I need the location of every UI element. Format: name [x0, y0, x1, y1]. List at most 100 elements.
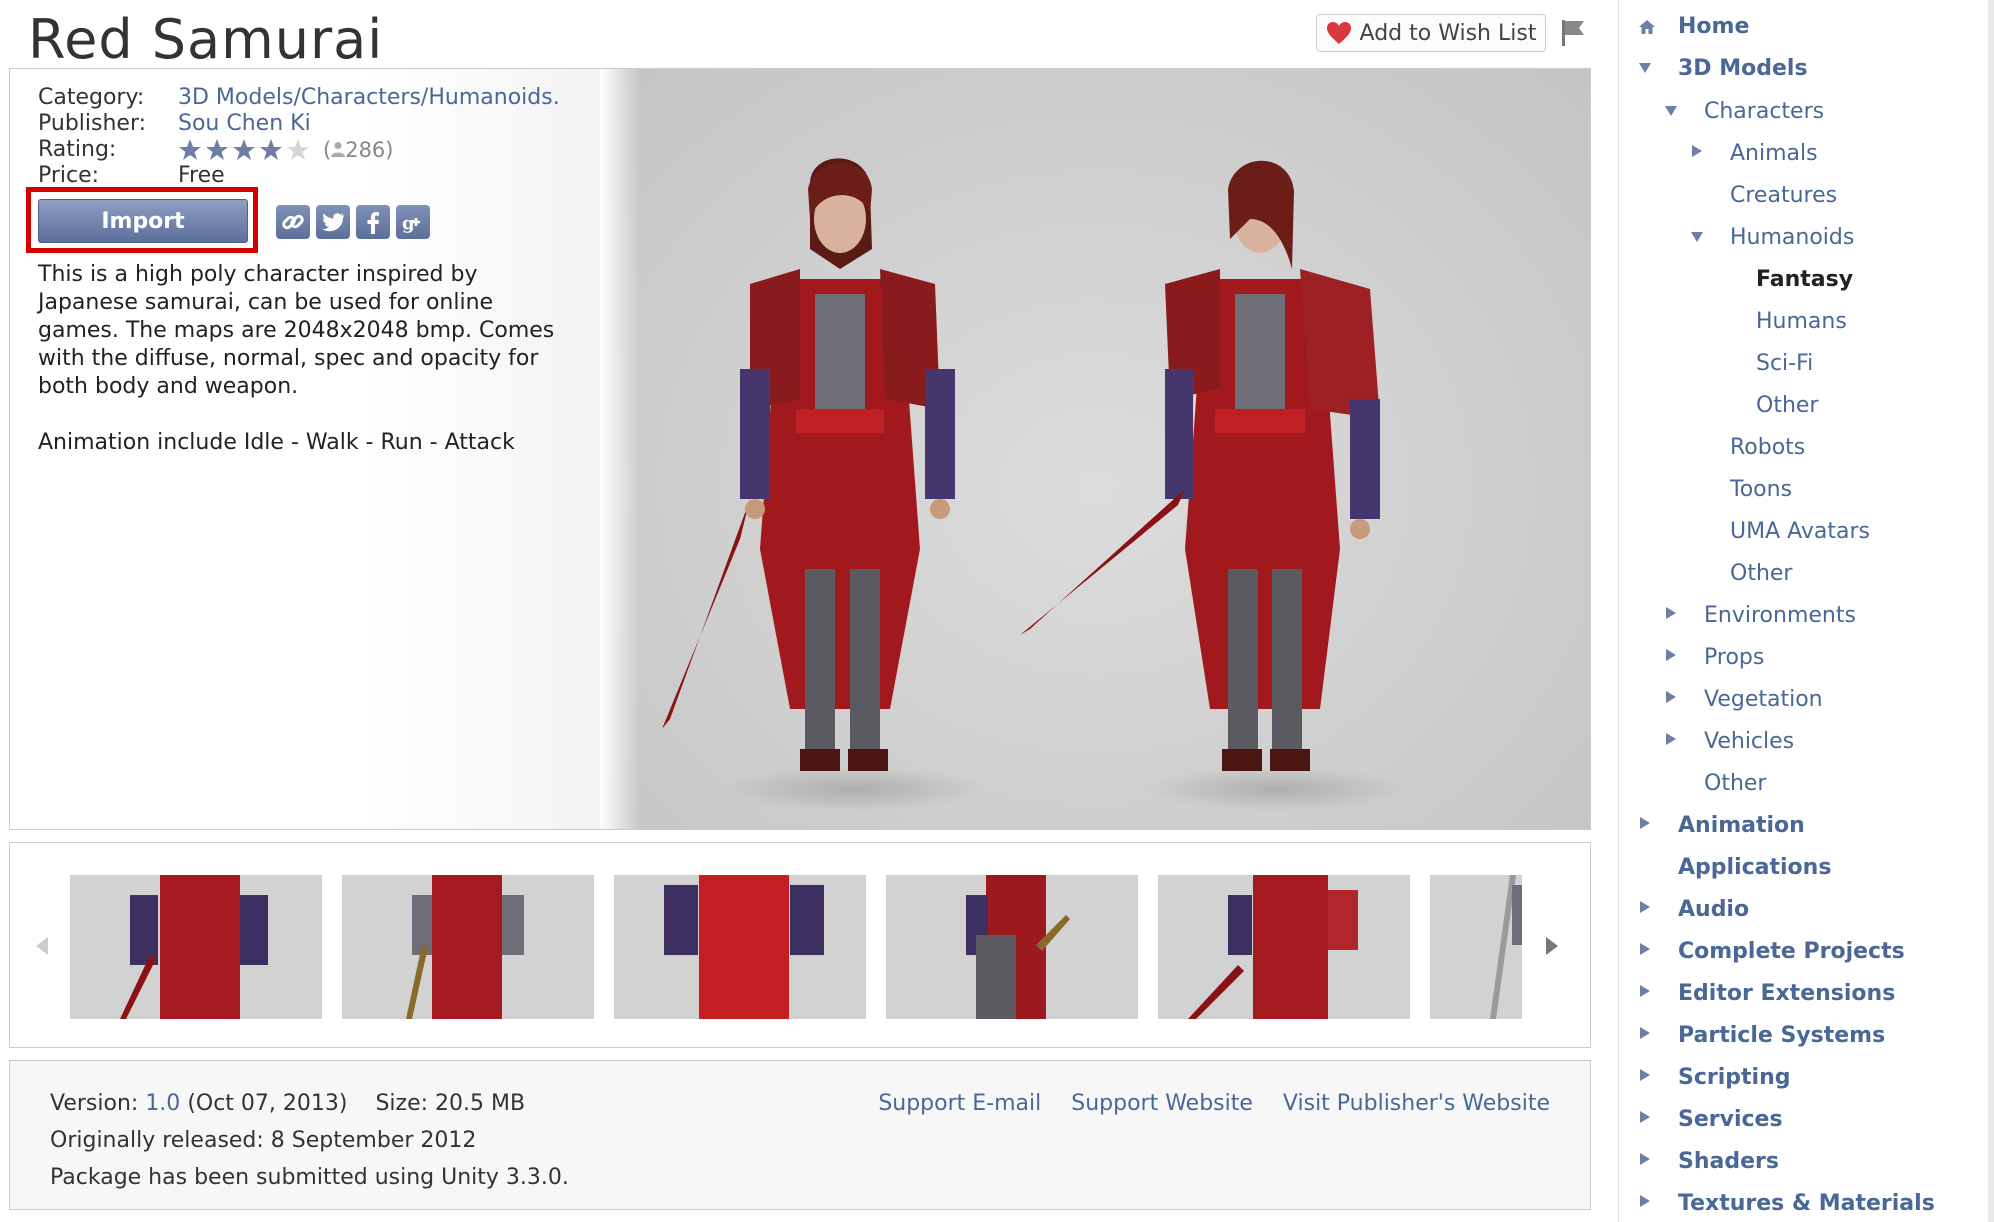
thumbnail-6[interactable]: [1430, 875, 1522, 1019]
sidebar-item-vegetation[interactable]: Vegetation: [1704, 685, 1823, 715]
chevron-right-icon[interactable]: [1638, 1110, 1652, 1124]
publisher-website-link[interactable]: Visit Publisher's Website: [1283, 1085, 1550, 1122]
home-icon: [1639, 20, 1655, 34]
sidebar-item-humanoids[interactable]: Humanoids: [1730, 223, 1854, 253]
sidebar-item-robots[interactable]: Robots: [1730, 433, 1805, 463]
sidebar-item-shaders[interactable]: Shaders: [1678, 1147, 1779, 1177]
star-icon: [233, 139, 255, 160]
sidebar-item-home[interactable]: Home: [1678, 12, 1749, 42]
sidebar-item-audio[interactable]: Audio: [1678, 895, 1749, 925]
version-label: Version:: [50, 1091, 139, 1116]
thumbnail-2[interactable]: [342, 875, 594, 1019]
size-label: Size:: [375, 1091, 429, 1116]
sidebar-item-creatures[interactable]: Creatures: [1730, 181, 1837, 211]
thumbnail-1[interactable]: [70, 875, 322, 1019]
chevron-right-icon[interactable]: [1638, 1026, 1652, 1040]
add-to-wish-list-button[interactable]: Add to Wish List: [1316, 14, 1546, 52]
import-button[interactable]: Import: [38, 199, 248, 243]
sidebar-item-particle-systems[interactable]: Particle Systems: [1678, 1021, 1885, 1051]
sidebar-item-props[interactable]: Props: [1704, 643, 1764, 673]
chevron-right-icon[interactable]: [1664, 732, 1678, 746]
user-icon: [331, 142, 346, 157]
sidebar-item-textures-materials[interactable]: Textures & Materials: [1678, 1189, 1935, 1219]
chevron-right-icon[interactable]: [1638, 816, 1652, 830]
publisher-label: Publisher:: [38, 111, 147, 136]
star-icon: [206, 139, 228, 160]
sidebar-item-characters-other[interactable]: Other: [1730, 559, 1792, 589]
sidebar-item-vehicles[interactable]: Vehicles: [1704, 727, 1794, 757]
star-empty-icon: [287, 139, 309, 160]
facebook-icon[interactable]: [356, 205, 390, 239]
category-label: Category:: [38, 85, 145, 110]
price-value: Free: [178, 163, 225, 188]
rating-count: (286): [323, 138, 394, 162]
flag-icon[interactable]: [1560, 18, 1586, 48]
rating-stars: (286): [178, 137, 394, 163]
sidebar-item-sci-fi[interactable]: Sci-Fi: [1756, 349, 1813, 379]
chevron-right-icon[interactable]: [1664, 606, 1678, 620]
google-plus-icon[interactable]: g: [396, 205, 430, 239]
publisher-link[interactable]: Sou Chen Ki: [178, 111, 311, 137]
chevron-down-icon[interactable]: [1690, 230, 1704, 244]
sidebar-item-services[interactable]: Services: [1678, 1105, 1783, 1135]
sidebar-item-toons[interactable]: Toons: [1730, 475, 1792, 505]
samurai-figure-angle: [1020, 160, 1405, 811]
chevron-right-icon[interactable]: [1664, 690, 1678, 704]
rating-count-value: 286: [345, 138, 386, 162]
chevron-down-icon[interactable]: [1638, 61, 1652, 75]
description-paragraph: This is a high poly character inspired b…: [38, 262, 555, 399]
sidebar-item-scripting[interactable]: Scripting: [1678, 1063, 1791, 1093]
sidebar-item-applications[interactable]: Applications: [1678, 853, 1831, 883]
sidebar-item-animation[interactable]: Animation: [1678, 811, 1805, 841]
thumbnail-3[interactable]: [614, 875, 866, 1019]
chevron-right-icon[interactable]: [1638, 984, 1652, 998]
wish-list-label: Add to Wish List: [1359, 20, 1537, 46]
chevron-down-icon[interactable]: [1664, 104, 1678, 118]
sidebar-item-editor-extensions[interactable]: Editor Extensions: [1678, 979, 1895, 1009]
version-link[interactable]: 1.0: [145, 1091, 180, 1116]
thumbnail-5[interactable]: [1158, 875, 1410, 1019]
sidebar-item-humans[interactable]: Humans: [1756, 307, 1847, 337]
link-icon[interactable]: [276, 205, 310, 239]
chevron-right-icon[interactable]: [1690, 144, 1704, 158]
chevron-right-icon[interactable]: [1638, 1194, 1652, 1208]
heart-icon: [1326, 22, 1351, 44]
star-icon: [260, 139, 282, 160]
scrollbar-track[interactable]: [1988, 0, 1994, 1222]
description-paragraph: Animation include Idle - Walk - Run - At…: [38, 430, 515, 455]
submitted-line: Package has been submitted using Unity 3…: [50, 1165, 569, 1190]
support-email-link[interactable]: Support E-mail: [878, 1085, 1041, 1122]
sidebar-item-fantasy[interactable]: Fantasy: [1756, 265, 1853, 295]
version-line: Version: 1.0 (Oct 07, 2013) Size: 20.5 M…: [50, 1085, 569, 1122]
product-hero-image[interactable]: [600, 69, 1590, 829]
arrow-left-icon[interactable]: [32, 935, 52, 957]
chevron-right-icon[interactable]: [1664, 648, 1678, 662]
price-label: Price:: [38, 163, 100, 188]
sidebar-item-humanoids-other[interactable]: Other: [1756, 391, 1818, 421]
sidebar-item-environments[interactable]: Environments: [1704, 601, 1856, 631]
product-main-panel: Category: 3D Models/Characters/Humanoids…: [9, 68, 1591, 830]
chevron-right-icon[interactable]: [1638, 942, 1652, 956]
sidebar-item-characters[interactable]: Characters: [1704, 97, 1824, 127]
sidebar-item-3d-models[interactable]: 3D Models: [1678, 54, 1808, 84]
chevron-right-icon[interactable]: [1638, 1152, 1652, 1166]
thumbnail-4[interactable]: [886, 875, 1138, 1019]
sidebar-item-uma-avatars[interactable]: UMA Avatars: [1730, 517, 1870, 547]
product-description: This is a high poly character inspired b…: [38, 261, 558, 485]
sidebar-item-3d-models-other[interactable]: Other: [1704, 769, 1766, 799]
rating-label: Rating:: [38, 137, 117, 162]
samurai-figure-front: [662, 158, 985, 811]
package-info-footer: Version: 1.0 (Oct 07, 2013) Size: 20.5 M…: [9, 1060, 1591, 1210]
category-link[interactable]: 3D Models/Characters/Humanoids.: [178, 85, 560, 111]
version-date: (Oct 07, 2013): [187, 1091, 348, 1116]
sidebar-item-animals[interactable]: Animals: [1730, 139, 1818, 169]
star-icon: [179, 139, 201, 160]
chevron-right-icon[interactable]: [1638, 900, 1652, 914]
sidebar-item-complete-projects[interactable]: Complete Projects: [1678, 937, 1905, 967]
svg-text:g: g: [402, 213, 415, 234]
arrow-right-icon[interactable]: [1542, 935, 1562, 957]
twitter-icon[interactable]: [316, 205, 350, 239]
support-website-link[interactable]: Support Website: [1071, 1085, 1253, 1122]
size-value: 20.5 MB: [435, 1091, 526, 1116]
chevron-right-icon[interactable]: [1638, 1068, 1652, 1082]
